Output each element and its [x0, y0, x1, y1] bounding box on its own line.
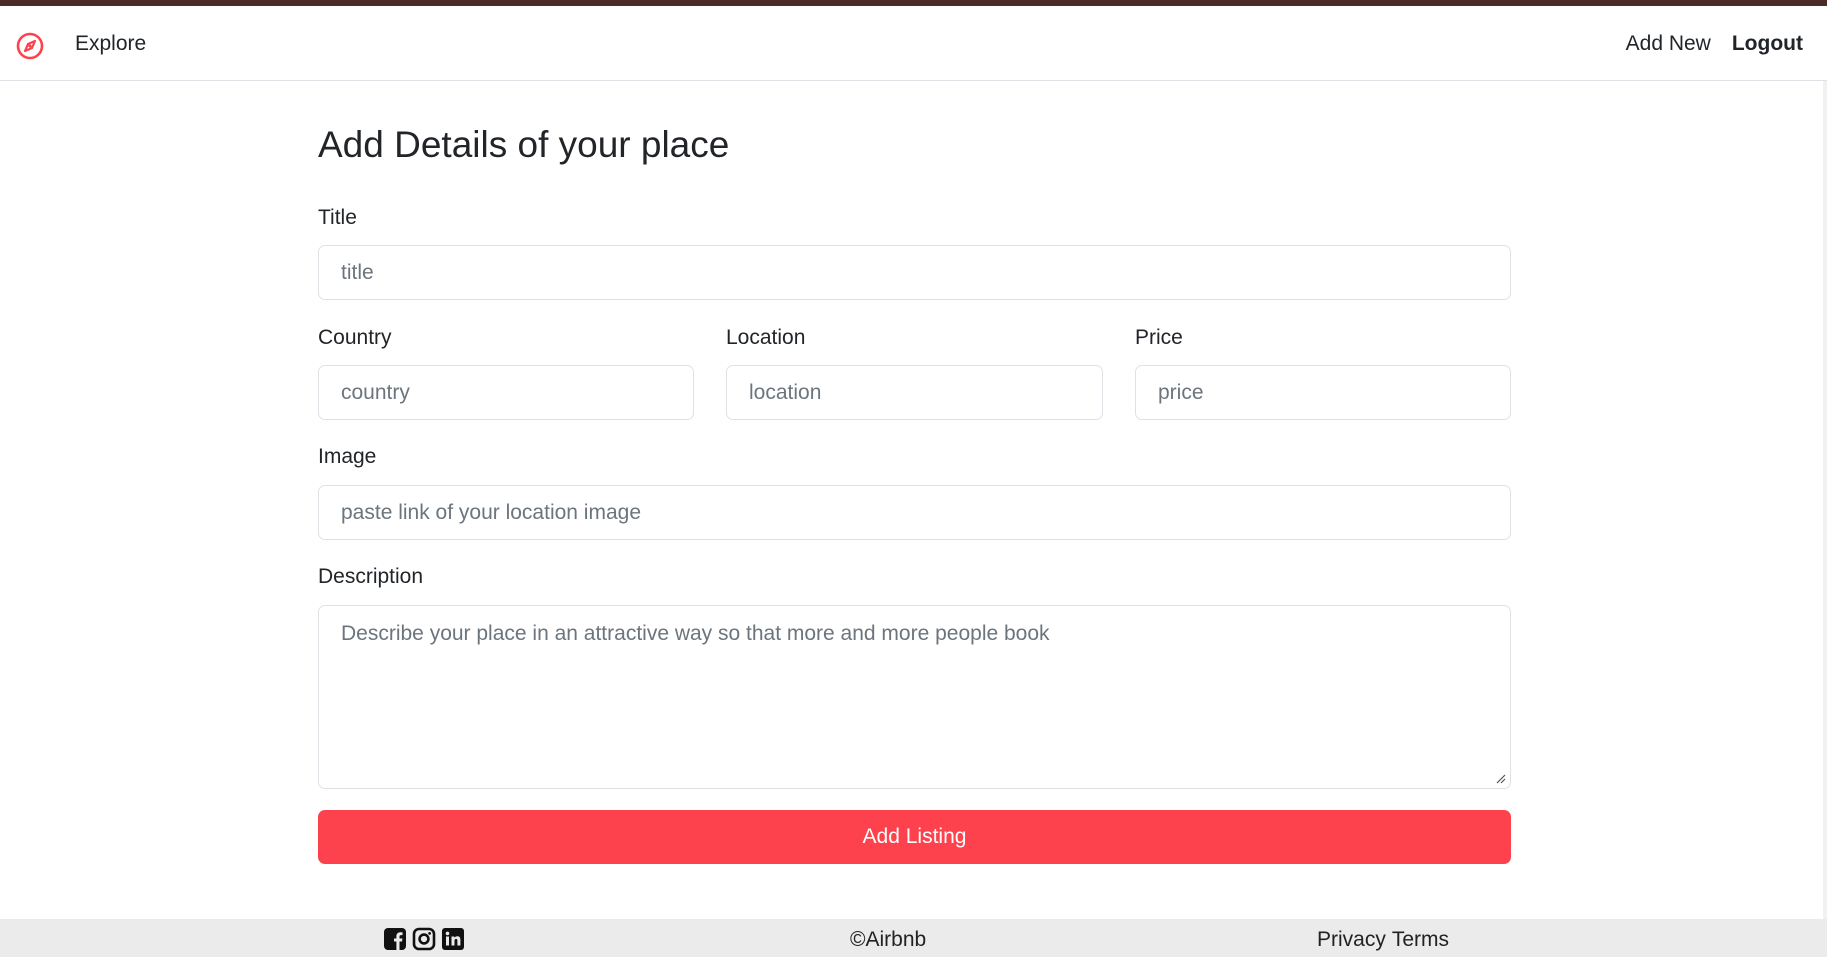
country-placeholder: country — [341, 380, 410, 404]
social-links — [383, 927, 465, 951]
scrollbar-track[interactable] — [1823, 81, 1827, 919]
nav-right-links: Add New Logout — [1626, 32, 1803, 56]
privacy-link[interactable]: Privacy — [1317, 928, 1386, 952]
copyright-text: ©Airbnb — [850, 928, 927, 951]
resize-handle-icon[interactable] — [1494, 772, 1506, 784]
location-label: Location — [726, 326, 806, 349]
description-label: Description — [318, 565, 424, 588]
nav-logout-link[interactable]: Logout — [1732, 32, 1803, 56]
image-placeholder: paste link of your location image — [341, 500, 641, 524]
compass-icon[interactable] — [14, 30, 46, 62]
title-placeholder: title — [341, 260, 374, 284]
footer: ©Airbnb Privacy Terms — [0, 919, 1827, 957]
nav-explore-link[interactable]: Explore — [75, 32, 146, 56]
location-input[interactable]: location — [726, 365, 1103, 420]
image-label: Image — [318, 445, 377, 468]
country-label: Country — [318, 326, 392, 349]
linkedin-icon[interactable] — [441, 927, 465, 951]
title-input[interactable]: title — [318, 245, 1511, 300]
page-title: Add Details of your place — [318, 124, 730, 165]
terms-link[interactable]: Terms — [1392, 928, 1449, 952]
navbar: Explore Add New Logout — [0, 6, 1827, 81]
price-input[interactable]: price — [1135, 365, 1511, 420]
nav-add-new-link[interactable]: Add New — [1626, 32, 1711, 56]
country-input[interactable]: country — [318, 365, 694, 420]
title-label: Title — [318, 206, 357, 229]
image-url-input[interactable]: paste link of your location image — [318, 485, 1511, 540]
description-placeholder: Describe your place in an attractive way… — [341, 622, 1050, 645]
add-listing-button[interactable]: Add Listing — [318, 810, 1511, 864]
price-label: Price — [1135, 326, 1183, 349]
location-placeholder: location — [749, 380, 822, 404]
description-textarea[interactable]: Describe your place in an attractive way… — [318, 605, 1511, 789]
instagram-icon[interactable] — [412, 927, 436, 951]
price-placeholder: price — [1158, 380, 1204, 404]
footer-links: Privacy Terms — [1317, 928, 1449, 952]
facebook-icon[interactable] — [383, 927, 407, 951]
